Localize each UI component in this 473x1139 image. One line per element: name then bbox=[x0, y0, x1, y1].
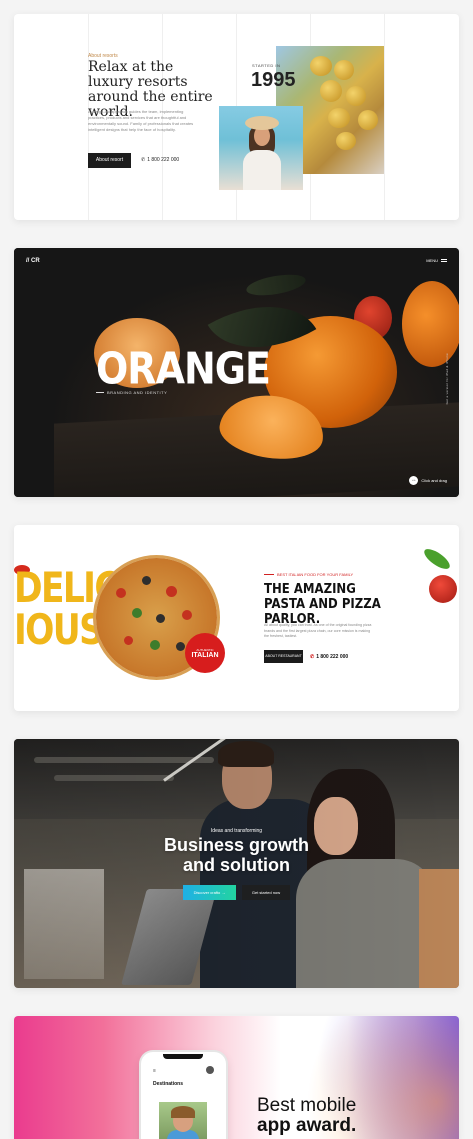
mobile-headline-line-bold: app award. bbox=[257, 1115, 357, 1136]
resort-phone[interactable]: ✆ 1 800 222 000 bbox=[141, 157, 179, 163]
fruit-shape bbox=[346, 86, 366, 106]
avatar[interactable] bbox=[206, 1066, 214, 1074]
mobile-app-template-card[interactable]: ≡ Destinations Best mobile app award. bbox=[14, 1016, 459, 1139]
pizza-phone-number: 1 800 222 000 bbox=[316, 654, 349, 660]
drag-hint[interactable]: ↔ Click and drag bbox=[409, 476, 447, 485]
started-year: 1995 bbox=[251, 69, 296, 91]
business-eyebrow: Ideas and transforming bbox=[210, 828, 263, 834]
hero-subtitle: BRANDING AND IDENTITY bbox=[96, 390, 167, 395]
badge-big-text: ITALIAN bbox=[191, 651, 219, 659]
topping bbox=[182, 610, 192, 620]
body-shape bbox=[243, 150, 281, 190]
topping bbox=[132, 608, 142, 618]
topping bbox=[166, 586, 177, 597]
drag-icon: ↔ bbox=[409, 476, 419, 485]
mobile-headline: Best mobile app award. bbox=[257, 1096, 356, 1136]
grid-line bbox=[384, 14, 385, 220]
hero-title: ORANGE bbox=[96, 343, 271, 394]
topping bbox=[124, 636, 133, 645]
fruit-shape bbox=[334, 60, 354, 80]
phone-icon: ✆ bbox=[141, 157, 146, 163]
get-started-button[interactable]: Get started now bbox=[242, 885, 290, 900]
phone-mockup: ≡ Destinations bbox=[141, 1052, 226, 1139]
pizza-description: All about quality, you can trust. As one… bbox=[264, 623, 372, 638]
drag-label: Click and drag bbox=[421, 478, 447, 483]
resort-phone-number: 1 800 222 000 bbox=[147, 157, 180, 163]
orange-template-card[interactable]: // CR MENU ORANGE BRANDING AND IDENTITY … bbox=[14, 248, 459, 497]
destination-photo[interactable] bbox=[159, 1102, 207, 1139]
hat-shape bbox=[245, 116, 279, 130]
mobile-headline-line: Best mobile bbox=[257, 1095, 357, 1116]
business-template-card[interactable]: Ideas and transforming Business growth a… bbox=[14, 739, 459, 988]
woman-with-hat-photo bbox=[219, 106, 303, 190]
topping bbox=[142, 576, 151, 585]
menu-button[interactable]: MENU bbox=[426, 258, 447, 263]
topping bbox=[156, 614, 165, 623]
fruit-shape bbox=[358, 110, 378, 130]
person-hair bbox=[171, 1106, 195, 1118]
hamburger-icon[interactable]: ≡ bbox=[153, 1068, 156, 1074]
authentic-italian-badge: AUTHENTIC ITALIAN bbox=[185, 633, 225, 673]
business-headline: Business growth and solution bbox=[14, 835, 459, 875]
headline-line: and solution bbox=[183, 855, 290, 875]
site-logo[interactable]: // CR bbox=[26, 258, 40, 264]
fruit-shape bbox=[310, 56, 332, 76]
pizza-phone[interactable]: ✆ 1 800 222 000 bbox=[310, 654, 348, 660]
pizza-template-card[interactable]: DELIC IOUS AUTHENTIC ITALIAN BEST ITALIA… bbox=[14, 525, 459, 711]
about-restaurant-button[interactable]: ABOUT RESTAURANT bbox=[264, 650, 303, 663]
headline-line: Business growth bbox=[163, 835, 310, 855]
pizza-tagline-text: BEST ITALIAN FOOD FOR YOUR FAMILY bbox=[277, 572, 354, 577]
about-resort-button[interactable]: About resort bbox=[88, 153, 131, 168]
fruit-shape bbox=[328, 108, 350, 128]
dash-line bbox=[96, 392, 104, 393]
resort-description: A design-led approach guides the team, i… bbox=[88, 109, 194, 132]
tomato-image bbox=[429, 575, 457, 603]
hero-subtitle-text: BRANDING AND IDENTITY bbox=[107, 390, 168, 395]
orange-fruit-right bbox=[402, 281, 459, 367]
tagline-line bbox=[264, 574, 274, 575]
tomato-leaf bbox=[421, 545, 453, 573]
vertical-caption: Get a version for iPad & iPhone bbox=[445, 353, 449, 405]
phone-screen-title: Destinations bbox=[153, 1081, 184, 1087]
resort-template-card[interactable]: About resorts Relax at the luxury resort… bbox=[14, 14, 459, 220]
topping bbox=[150, 640, 160, 650]
topping bbox=[176, 642, 185, 651]
fruit-shape bbox=[336, 132, 356, 150]
color-glow bbox=[14, 1016, 459, 1139]
phone-notch bbox=[163, 1054, 203, 1059]
template-showcase-page: About resorts Relax at the luxury resort… bbox=[0, 0, 473, 1139]
pizza-heading: THE AMAZING PASTA AND PIZZA PARLOR. bbox=[264, 582, 381, 627]
discover-button[interactable]: Discover crafto → bbox=[183, 885, 236, 900]
fruit-shape bbox=[320, 80, 342, 102]
topping bbox=[116, 588, 126, 598]
phone-icon: ✆ bbox=[310, 654, 315, 660]
hamburger-icon bbox=[441, 259, 447, 262]
pizza-tagline: BEST ITALIAN FOOD FOR YOUR FAMILY bbox=[264, 572, 353, 577]
menu-label: MENU bbox=[426, 258, 438, 263]
started-label: STARTED IN bbox=[252, 63, 281, 68]
